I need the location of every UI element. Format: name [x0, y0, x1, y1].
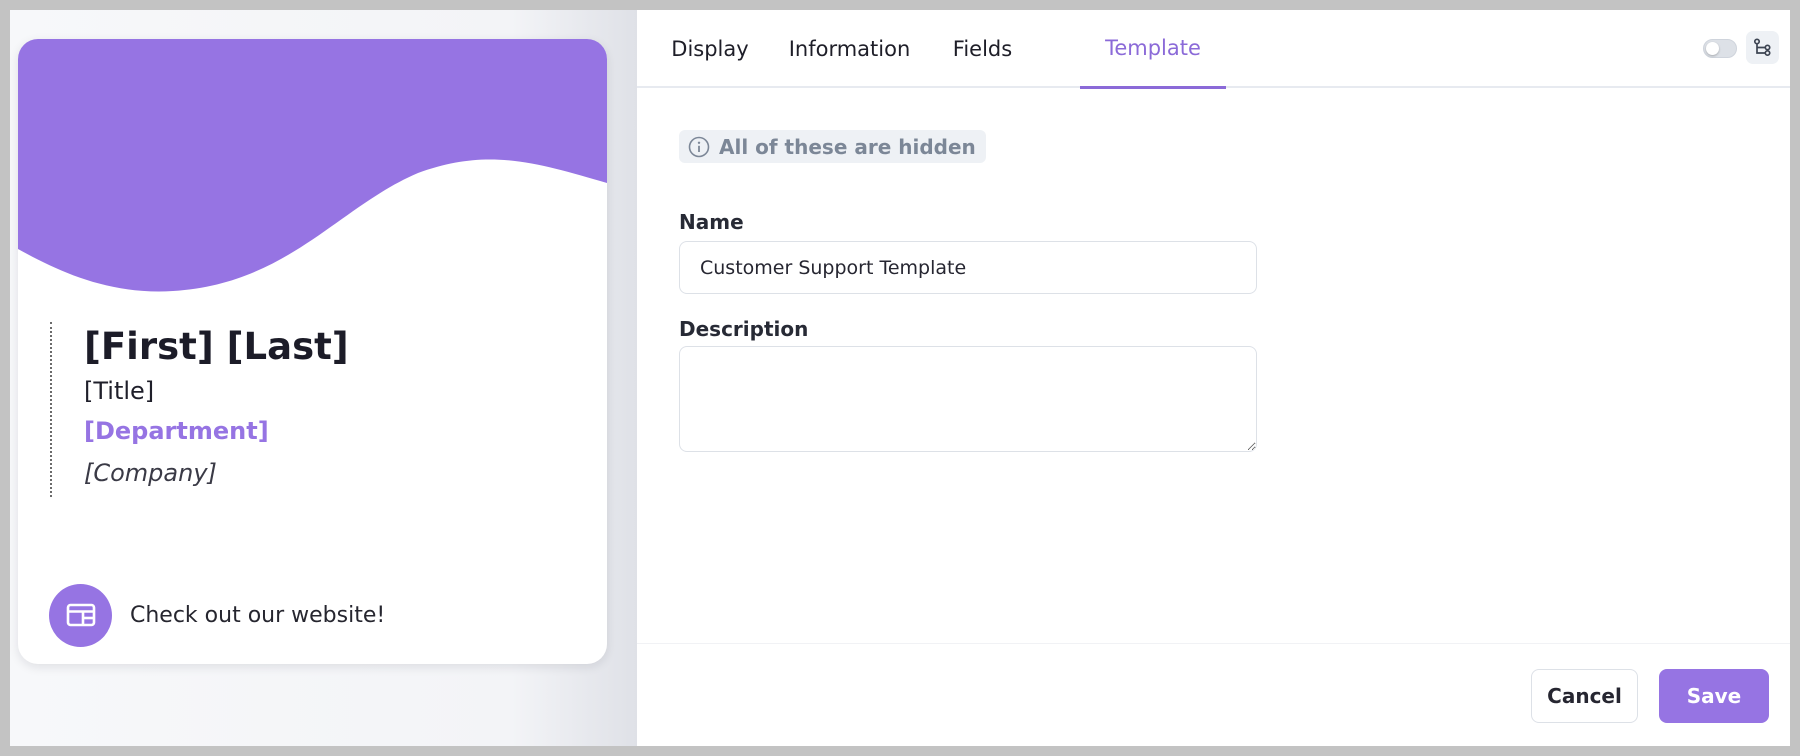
- app-window: [First] [Last] [Title] [Department] [Com…: [10, 10, 1790, 746]
- description-field-label: Description: [679, 317, 809, 341]
- save-button[interactable]: Save: [1659, 669, 1769, 723]
- card-name: [First] [Last]: [84, 325, 349, 368]
- card-website-link[interactable]: Check out our website!: [49, 583, 385, 647]
- dialog-footer: Cancel Save: [637, 643, 1790, 746]
- card-contact-info: [First] [Last] [Title] [Department] [Com…: [50, 322, 349, 497]
- card-title: [Title]: [84, 377, 155, 405]
- tab-template[interactable]: Template: [1080, 10, 1226, 89]
- tab-information[interactable]: Information: [777, 10, 922, 88]
- cancel-button[interactable]: Cancel: [1531, 669, 1638, 723]
- hidden-notice-text: All of these are hidden: [719, 134, 976, 159]
- card-wave-banner: [18, 39, 607, 292]
- tab-display[interactable]: Display: [657, 10, 763, 88]
- name-field-label: Name: [679, 210, 744, 234]
- tab-fields[interactable]: Fields: [936, 10, 1029, 88]
- signature-card-preview: [First] [Last] [Title] [Department] [Com…: [18, 39, 607, 664]
- settings-panel: Display Information Fields Template All …: [637, 10, 1790, 746]
- info-circle-icon: [688, 136, 710, 157]
- template-name-input[interactable]: [679, 241, 1257, 294]
- template-description-textarea[interactable]: [679, 346, 1257, 452]
- hierarchy-tree-icon: [1753, 37, 1771, 56]
- hierarchy-tree-button[interactable]: [1746, 31, 1779, 64]
- tab-bar: Display Information Fields Template: [637, 10, 1790, 89]
- card-department: [Department]: [84, 417, 269, 445]
- card-website-text: Check out our website!: [130, 602, 386, 628]
- preview-panel: [First] [Last] [Title] [Department] [Com…: [10, 10, 637, 746]
- hidden-fields-notice: All of these are hidden: [679, 130, 986, 163]
- card-company: [Company]: [84, 459, 217, 487]
- toggle-knob: [1706, 42, 1719, 55]
- toggle-switch[interactable]: [1703, 39, 1737, 58]
- browser-window-icon: [49, 583, 112, 647]
